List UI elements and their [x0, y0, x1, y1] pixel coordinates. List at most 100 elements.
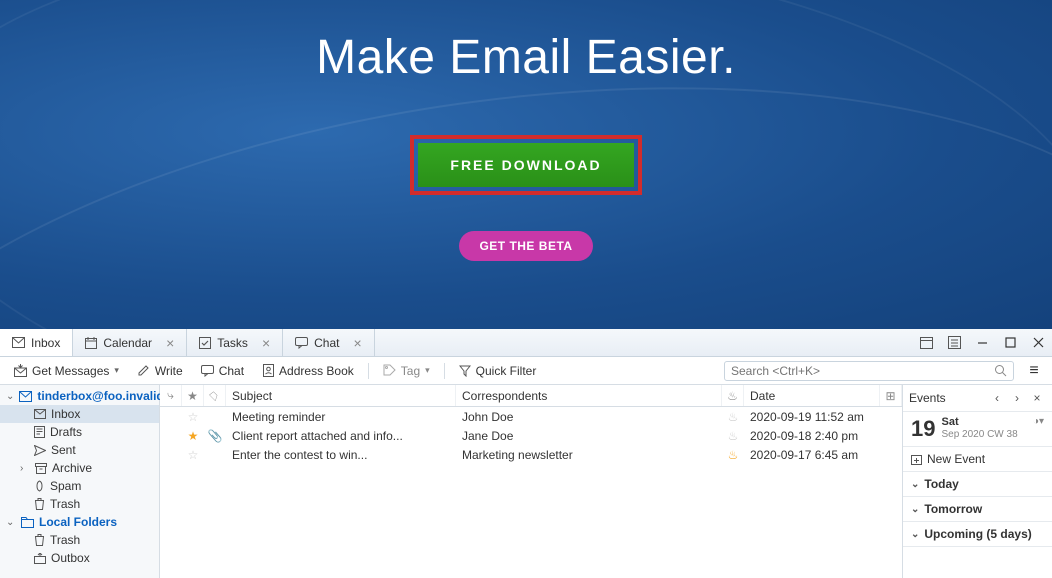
app-menu-button[interactable]: ≡ — [1022, 362, 1046, 380]
date-cell: 2020-09-18 2:40 pm — [744, 429, 880, 443]
folder-trash[interactable]: Trash — [0, 495, 159, 513]
calendar-toggle-button[interactable] — [912, 329, 940, 357]
col-star[interactable]: ★ — [182, 385, 204, 406]
new-event-button[interactable]: New Event — [903, 447, 1052, 472]
tab-chat[interactable]: Chat × — [283, 329, 375, 356]
star-toggle[interactable]: ☆ — [182, 410, 204, 424]
date-cell: 2020-09-19 11:52 am — [744, 410, 880, 424]
free-download-button[interactable]: FREE DOWNLOAD — [418, 143, 633, 187]
hot-cell: ♨ — [722, 410, 744, 424]
folder-inbox[interactable]: Inbox — [0, 405, 159, 423]
star-toggle[interactable]: ☆ — [182, 448, 204, 462]
tab-inbox[interactable]: Inbox — [0, 329, 73, 356]
close-events-button[interactable]: × — [1028, 389, 1046, 407]
account-row[interactable]: ⌄ tinderbox@foo.invalid — [0, 387, 159, 405]
from-cell: Jane Doe — [456, 429, 722, 443]
trash-icon — [34, 498, 45, 510]
pencil-icon — [137, 364, 150, 377]
address-book-button[interactable]: Address Book — [254, 361, 362, 381]
events-section-tomorrow[interactable]: ⌄Tomorrow — [903, 497, 1052, 522]
search-input[interactable] — [731, 364, 994, 378]
message-row[interactable]: ☆Enter the contest to win...Marketing ne… — [160, 445, 902, 464]
col-picker[interactable]: ⊞ — [880, 385, 902, 406]
next-button[interactable]: › — [1008, 389, 1026, 407]
folder-trash-local[interactable]: Trash — [0, 531, 159, 549]
thread-icon: ⤷ — [167, 388, 174, 403]
folder-outbox[interactable]: Outbox — [0, 549, 159, 567]
date-cell: 2020-09-17 6:45 am — [744, 448, 880, 462]
get-beta-button[interactable]: GET THE BETA — [459, 231, 592, 261]
account-row-local[interactable]: ⌄ Local Folders — [0, 513, 159, 531]
minimize-button[interactable] — [968, 329, 996, 357]
prev-button[interactable]: ‹ — [988, 389, 1006, 407]
folder-sent[interactable]: Sent — [0, 441, 159, 459]
mail-icon — [12, 337, 25, 348]
message-row[interactable]: ☆Meeting reminderJohn Doe♨2020-09-19 11:… — [160, 407, 902, 426]
write-button[interactable]: Write — [129, 361, 191, 381]
hero-banner: Make Email Easier. FREE DOWNLOAD GET THE… — [0, 0, 1052, 329]
attachment-cell: 📎 — [204, 429, 226, 443]
folder-archive[interactable]: › Archive — [0, 459, 159, 477]
col-thread[interactable]: ⤷ — [160, 385, 182, 406]
col-priority[interactable]: ♨ — [722, 385, 744, 406]
events-header: Events ‹ › × — [903, 385, 1052, 412]
chevron-down-icon: ⌄ — [911, 504, 919, 515]
tasks-toggle-button[interactable] — [940, 329, 968, 357]
col-subject[interactable]: Subject — [226, 385, 456, 406]
close-window-button[interactable] — [1024, 329, 1052, 357]
paperclip-icon: ⏢ — [206, 387, 223, 404]
events-section-today[interactable]: ⌄Today — [903, 472, 1052, 497]
events-date-display[interactable]: 19 Sat Sep 2020 CW 38 ◑▾ — [903, 412, 1052, 447]
star-icon: ★ — [187, 389, 198, 403]
download-highlight-box: FREE DOWNLOAD — [410, 135, 641, 195]
tab-label: Inbox — [31, 336, 60, 350]
tab-label: Calendar — [103, 336, 152, 350]
close-icon[interactable]: × — [353, 335, 361, 351]
account-name: tinderbox@foo.invalid — [37, 389, 163, 403]
tab-bar: Inbox Calendar × Tasks × Chat × — [0, 329, 1052, 357]
folder-spam[interactable]: Spam — [0, 477, 159, 495]
tab-tasks[interactable]: Tasks × — [187, 329, 283, 356]
events-title: Events — [909, 391, 988, 405]
search-box[interactable] — [724, 361, 1014, 381]
chevron-down-icon: ⌄ — [6, 391, 14, 402]
archive-icon — [35, 463, 47, 474]
chat-button[interactable]: Chat — [193, 361, 252, 381]
col-attachment[interactable]: ⏢ — [204, 385, 226, 406]
column-headers: ⤷ ★ ⏢ Subject Correspondents ♨ Date ⊞ — [160, 385, 902, 407]
close-icon[interactable]: × — [166, 335, 174, 351]
fire-icon-off: ♨ — [728, 429, 739, 443]
tag-button[interactable]: Tag ▾ — [375, 361, 438, 381]
search-icon — [994, 364, 1007, 377]
tab-label: Chat — [314, 336, 339, 350]
col-date[interactable]: Date — [744, 385, 880, 406]
email-client-screenshot: Inbox Calendar × Tasks × Chat × — [0, 329, 1052, 578]
hero-title: Make Email Easier. — [316, 30, 736, 85]
get-messages-button[interactable]: Get Messages ▾ — [6, 361, 127, 381]
fire-icon: ♨ — [728, 448, 739, 462]
close-icon[interactable]: × — [262, 335, 270, 351]
day-name: Sat — [941, 416, 1017, 429]
tasks-icon — [199, 337, 211, 349]
paperclip-icon: 📎 — [208, 429, 223, 443]
folder-drafts[interactable]: Drafts — [0, 423, 159, 441]
quick-filter-button[interactable]: Quick Filter — [451, 361, 545, 381]
chevron-right-icon: › — [20, 463, 30, 474]
fire-icon-off: ♨ — [728, 410, 739, 424]
spam-icon — [34, 480, 45, 492]
calendar-dropdown-icon[interactable]: ◑▾ — [1033, 416, 1044, 427]
tag-icon — [383, 364, 396, 377]
address-book-icon — [262, 364, 274, 377]
folder-sidebar: ⌄ tinderbox@foo.invalid Inbox Drafts Sen… — [0, 385, 160, 578]
calendar-icon — [85, 337, 97, 349]
mail-account-icon — [19, 391, 32, 402]
column-picker-icon: ⊞ — [885, 389, 895, 403]
tab-calendar[interactable]: Calendar × — [73, 329, 187, 356]
from-cell: Marketing newsletter — [456, 448, 722, 462]
maximize-button[interactable] — [996, 329, 1024, 357]
subject-cell: Client report attached and info... — [226, 429, 456, 443]
events-section-upcoming[interactable]: ⌄Upcoming (5 days) — [903, 522, 1052, 547]
message-row[interactable]: ★ 📎Client report attached and info...Jane… — [160, 426, 902, 445]
star-toggle[interactable]: ★ — [182, 429, 204, 443]
col-correspondents[interactable]: Correspondents — [456, 385, 722, 406]
